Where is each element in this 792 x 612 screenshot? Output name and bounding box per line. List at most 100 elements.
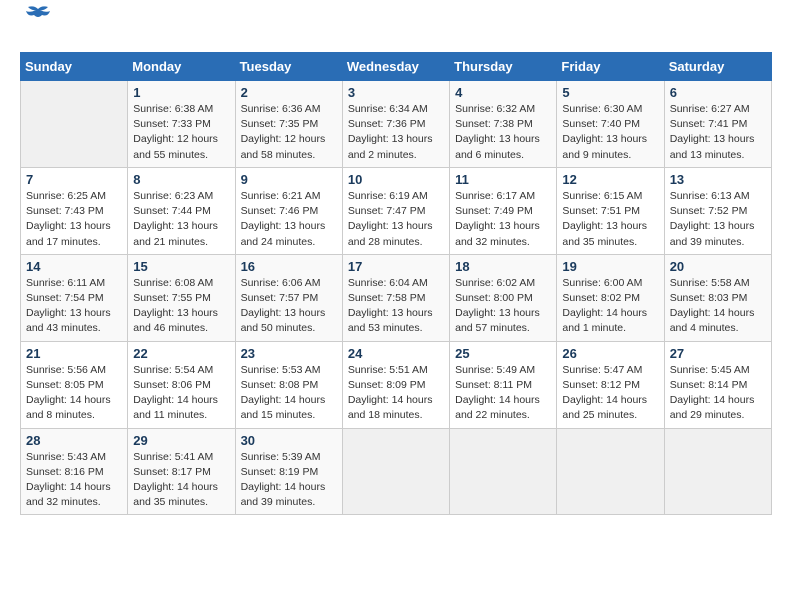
cell-info: Sunrise: 6:11 AM Sunset: 7:54 PM Dayligh… xyxy=(26,276,122,337)
cell-info: Sunrise: 6:06 AM Sunset: 7:57 PM Dayligh… xyxy=(241,276,337,337)
day-number: 22 xyxy=(133,346,229,361)
calendar-cell xyxy=(21,81,128,168)
cell-info: Sunrise: 6:00 AM Sunset: 8:02 PM Dayligh… xyxy=(562,276,658,337)
calendar-cell xyxy=(342,428,449,515)
page-header xyxy=(20,20,772,42)
day-number: 30 xyxy=(241,433,337,448)
day-number: 12 xyxy=(562,172,658,187)
day-number: 19 xyxy=(562,259,658,274)
cell-info: Sunrise: 5:47 AM Sunset: 8:12 PM Dayligh… xyxy=(562,363,658,424)
col-header-thursday: Thursday xyxy=(450,53,557,81)
calendar-cell: 6 Sunrise: 6:27 AM Sunset: 7:41 PM Daylig… xyxy=(664,81,771,168)
week-row-2: 7 Sunrise: 6:25 AM Sunset: 7:43 PM Daylig… xyxy=(21,167,772,254)
cell-info: Sunrise: 5:45 AM Sunset: 8:14 PM Dayligh… xyxy=(670,363,766,424)
calendar-cell xyxy=(450,428,557,515)
cell-info: Sunrise: 5:58 AM Sunset: 8:03 PM Dayligh… xyxy=(670,276,766,337)
day-number: 21 xyxy=(26,346,122,361)
cell-info: Sunrise: 6:04 AM Sunset: 7:58 PM Dayligh… xyxy=(348,276,444,337)
calendar-cell: 16 Sunrise: 6:06 AM Sunset: 7:57 PM Dayli… xyxy=(235,254,342,341)
calendar-cell: 5 Sunrise: 6:30 AM Sunset: 7:40 PM Daylig… xyxy=(557,81,664,168)
cell-info: Sunrise: 5:39 AM Sunset: 8:19 PM Dayligh… xyxy=(241,450,337,511)
col-header-friday: Friday xyxy=(557,53,664,81)
day-number: 2 xyxy=(241,85,337,100)
cell-info: Sunrise: 6:13 AM Sunset: 7:52 PM Dayligh… xyxy=(670,189,766,250)
day-number: 8 xyxy=(133,172,229,187)
col-header-tuesday: Tuesday xyxy=(235,53,342,81)
cell-info: Sunrise: 6:23 AM Sunset: 7:44 PM Dayligh… xyxy=(133,189,229,250)
day-number: 4 xyxy=(455,85,551,100)
cell-info: Sunrise: 6:25 AM Sunset: 7:43 PM Dayligh… xyxy=(26,189,122,250)
calendar-cell: 21 Sunrise: 5:56 AM Sunset: 8:05 PM Dayli… xyxy=(21,341,128,428)
day-number: 27 xyxy=(670,346,766,361)
calendar-cell xyxy=(664,428,771,515)
calendar-cell: 18 Sunrise: 6:02 AM Sunset: 8:00 PM Dayli… xyxy=(450,254,557,341)
cell-info: Sunrise: 6:30 AM Sunset: 7:40 PM Dayligh… xyxy=(562,102,658,163)
cell-info: Sunrise: 5:41 AM Sunset: 8:17 PM Dayligh… xyxy=(133,450,229,511)
day-number: 17 xyxy=(348,259,444,274)
day-number: 24 xyxy=(348,346,444,361)
cell-info: Sunrise: 6:15 AM Sunset: 7:51 PM Dayligh… xyxy=(562,189,658,250)
day-number: 11 xyxy=(455,172,551,187)
cell-info: Sunrise: 5:43 AM Sunset: 8:16 PM Dayligh… xyxy=(26,450,122,511)
calendar-cell: 13 Sunrise: 6:13 AM Sunset: 7:52 PM Dayli… xyxy=(664,167,771,254)
calendar-cell: 14 Sunrise: 6:11 AM Sunset: 7:54 PM Dayli… xyxy=(21,254,128,341)
col-header-sunday: Sunday xyxy=(21,53,128,81)
calendar-cell: 30 Sunrise: 5:39 AM Sunset: 8:19 PM Dayli… xyxy=(235,428,342,515)
day-number: 6 xyxy=(670,85,766,100)
day-number: 16 xyxy=(241,259,337,274)
cell-info: Sunrise: 6:19 AM Sunset: 7:47 PM Dayligh… xyxy=(348,189,444,250)
calendar-cell: 19 Sunrise: 6:00 AM Sunset: 8:02 PM Dayli… xyxy=(557,254,664,341)
calendar-cell: 27 Sunrise: 5:45 AM Sunset: 8:14 PM Dayli… xyxy=(664,341,771,428)
cell-info: Sunrise: 5:56 AM Sunset: 8:05 PM Dayligh… xyxy=(26,363,122,424)
day-number: 15 xyxy=(133,259,229,274)
cell-info: Sunrise: 6:34 AM Sunset: 7:36 PM Dayligh… xyxy=(348,102,444,163)
day-number: 10 xyxy=(348,172,444,187)
calendar-cell: 8 Sunrise: 6:23 AM Sunset: 7:44 PM Daylig… xyxy=(128,167,235,254)
header-row: SundayMondayTuesdayWednesdayThursdayFrid… xyxy=(21,53,772,81)
calendar-cell: 28 Sunrise: 5:43 AM Sunset: 8:16 PM Dayli… xyxy=(21,428,128,515)
day-number: 14 xyxy=(26,259,122,274)
calendar-cell: 29Sunrise: 5:41 AM Sunset: 8:17 PM Dayli… xyxy=(128,428,235,515)
cell-info: Sunrise: 6:17 AM Sunset: 7:49 PM Dayligh… xyxy=(455,189,551,250)
calendar-cell: 22 Sunrise: 5:54 AM Sunset: 8:06 PM Dayli… xyxy=(128,341,235,428)
week-row-4: 21 Sunrise: 5:56 AM Sunset: 8:05 PM Dayli… xyxy=(21,341,772,428)
calendar-cell: 10 Sunrise: 6:19 AM Sunset: 7:47 PM Dayli… xyxy=(342,167,449,254)
calendar-cell: 23 Sunrise: 5:53 AM Sunset: 8:08 PM Dayli… xyxy=(235,341,342,428)
calendar-cell: 4Sunrise: 6:32 AM Sunset: 7:38 PM Daylig… xyxy=(450,81,557,168)
calendar-cell: 17 Sunrise: 6:04 AM Sunset: 7:58 PM Dayli… xyxy=(342,254,449,341)
day-number: 5 xyxy=(562,85,658,100)
day-number: 13 xyxy=(670,172,766,187)
calendar-table: SundayMondayTuesdayWednesdayThursdayFrid… xyxy=(20,52,772,515)
day-number: 9 xyxy=(241,172,337,187)
cell-info: Sunrise: 6:21 AM Sunset: 7:46 PM Dayligh… xyxy=(241,189,337,250)
day-number: 7 xyxy=(26,172,122,187)
cell-info: Sunrise: 5:53 AM Sunset: 8:08 PM Dayligh… xyxy=(241,363,337,424)
day-number: 23 xyxy=(241,346,337,361)
calendar-cell: 7 Sunrise: 6:25 AM Sunset: 7:43 PM Daylig… xyxy=(21,167,128,254)
calendar-cell: 11 Sunrise: 6:17 AM Sunset: 7:49 PM Dayli… xyxy=(450,167,557,254)
day-number: 28 xyxy=(26,433,122,448)
day-number: 18 xyxy=(455,259,551,274)
week-row-5: 28 Sunrise: 5:43 AM Sunset: 8:16 PM Dayli… xyxy=(21,428,772,515)
cell-info: Sunrise: 5:54 AM Sunset: 8:06 PM Dayligh… xyxy=(133,363,229,424)
calendar-cell: 24Sunrise: 5:51 AM Sunset: 8:09 PM Dayli… xyxy=(342,341,449,428)
calendar-cell xyxy=(557,428,664,515)
day-number: 25 xyxy=(455,346,551,361)
col-header-wednesday: Wednesday xyxy=(342,53,449,81)
cell-info: Sunrise: 6:27 AM Sunset: 7:41 PM Dayligh… xyxy=(670,102,766,163)
col-header-monday: Monday xyxy=(128,53,235,81)
calendar-cell: 26 Sunrise: 5:47 AM Sunset: 8:12 PM Dayli… xyxy=(557,341,664,428)
cell-info: Sunrise: 6:38 AM Sunset: 7:33 PM Dayligh… xyxy=(133,102,229,163)
day-number: 26 xyxy=(562,346,658,361)
calendar-cell: 12 Sunrise: 6:15 AM Sunset: 7:51 PM Dayli… xyxy=(557,167,664,254)
calendar-cell: 20 Sunrise: 5:58 AM Sunset: 8:03 PM Dayli… xyxy=(664,254,771,341)
day-number: 3 xyxy=(348,85,444,100)
logo-bird-icon xyxy=(24,5,52,27)
calendar-cell: 9 Sunrise: 6:21 AM Sunset: 7:46 PM Daylig… xyxy=(235,167,342,254)
week-row-1: 1Sunrise: 6:38 AM Sunset: 7:33 PM Daylig… xyxy=(21,81,772,168)
calendar-cell: 2Sunrise: 6:36 AM Sunset: 7:35 PM Daylig… xyxy=(235,81,342,168)
cell-info: Sunrise: 6:02 AM Sunset: 8:00 PM Dayligh… xyxy=(455,276,551,337)
calendar-cell: 3 Sunrise: 6:34 AM Sunset: 7:36 PM Daylig… xyxy=(342,81,449,168)
calendar-cell: 1Sunrise: 6:38 AM Sunset: 7:33 PM Daylig… xyxy=(128,81,235,168)
day-number: 20 xyxy=(670,259,766,274)
